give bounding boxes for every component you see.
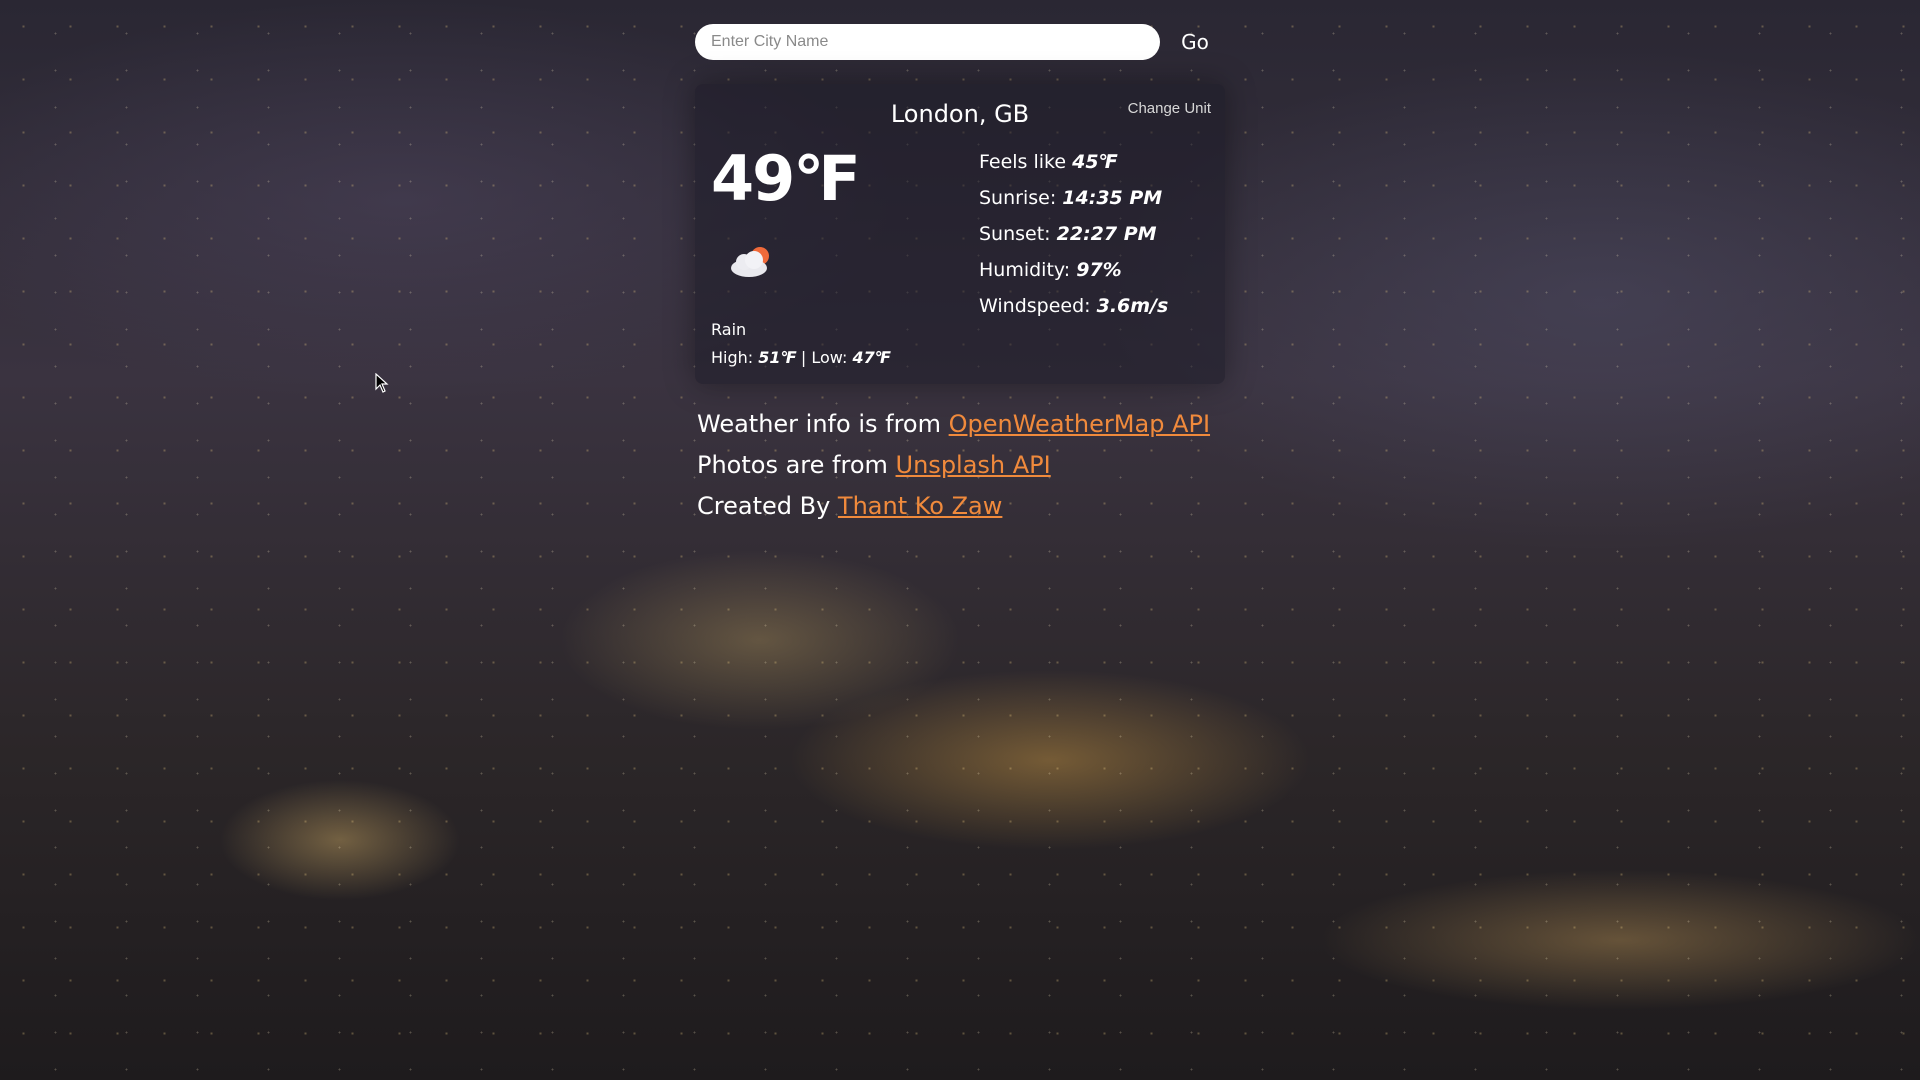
high-value: 51℉	[758, 348, 796, 367]
openweathermap-link[interactable]: OpenWeatherMap API	[949, 410, 1210, 438]
detail-label: Sunset:	[979, 223, 1051, 245]
detail-value: 45℉	[1072, 151, 1117, 173]
credit-weather: Weather info is from OpenWeatherMap API	[697, 404, 1210, 445]
detail-label: Sunrise:	[979, 187, 1057, 209]
detail-value: 3.6m/s	[1096, 295, 1169, 317]
author-link[interactable]: Thant Ko Zaw	[838, 492, 1002, 520]
detail-label: Windspeed:	[979, 295, 1091, 317]
low-value: 47℉	[852, 348, 890, 367]
credits: Weather info is from OpenWeatherMap API …	[697, 404, 1210, 527]
credit-photos-prefix: Photos are from	[697, 451, 888, 479]
detail-humidity: Humidity: 97%	[979, 252, 1168, 288]
high-low-temperatures: High: 51℉ | Low: 47℉	[711, 348, 890, 367]
credit-author-prefix: Created By	[697, 492, 831, 520]
weather-condition: Rain	[711, 320, 747, 339]
detail-label: Feels like	[979, 151, 1067, 173]
low-label: Low:	[811, 348, 848, 367]
credit-weather-prefix: Weather info is from	[697, 410, 941, 438]
detail-label: Humidity:	[979, 259, 1071, 281]
detail-sunrise: Sunrise: 14:35 PM	[979, 180, 1168, 216]
detail-value: 22:27 PM	[1056, 223, 1157, 245]
detail-value: 14:35 PM	[1062, 187, 1163, 209]
weather-card: London, GB Change Unit 49℉ Rain High: 51…	[695, 84, 1225, 384]
separator: |	[800, 348, 807, 367]
weather-details: Feels like 45℉ Sunrise: 14:35 PM Sunset:…	[979, 144, 1168, 324]
high-label: High:	[711, 348, 754, 367]
go-button[interactable]: Go	[1175, 24, 1215, 60]
detail-windspeed: Windspeed: 3.6m/s	[979, 288, 1168, 324]
search-bar: Go	[695, 24, 1215, 60]
unsplash-link[interactable]: Unsplash API	[896, 451, 1051, 479]
city-search-input[interactable]	[695, 24, 1160, 60]
credit-photos: Photos are from Unsplash API	[697, 445, 1210, 486]
current-temperature: 49℉	[711, 142, 861, 215]
detail-sunset: Sunset: 22:27 PM	[979, 216, 1168, 252]
credit-author: Created By Thant Ko Zaw	[697, 486, 1210, 527]
mouse-pointer-icon	[375, 373, 389, 393]
detail-feels-like: Feels like 45℉	[979, 144, 1168, 180]
detail-value: 97%	[1076, 259, 1122, 281]
cloud-with-sun-icon	[731, 247, 769, 277]
change-unit-button[interactable]: Change Unit	[1128, 100, 1211, 117]
